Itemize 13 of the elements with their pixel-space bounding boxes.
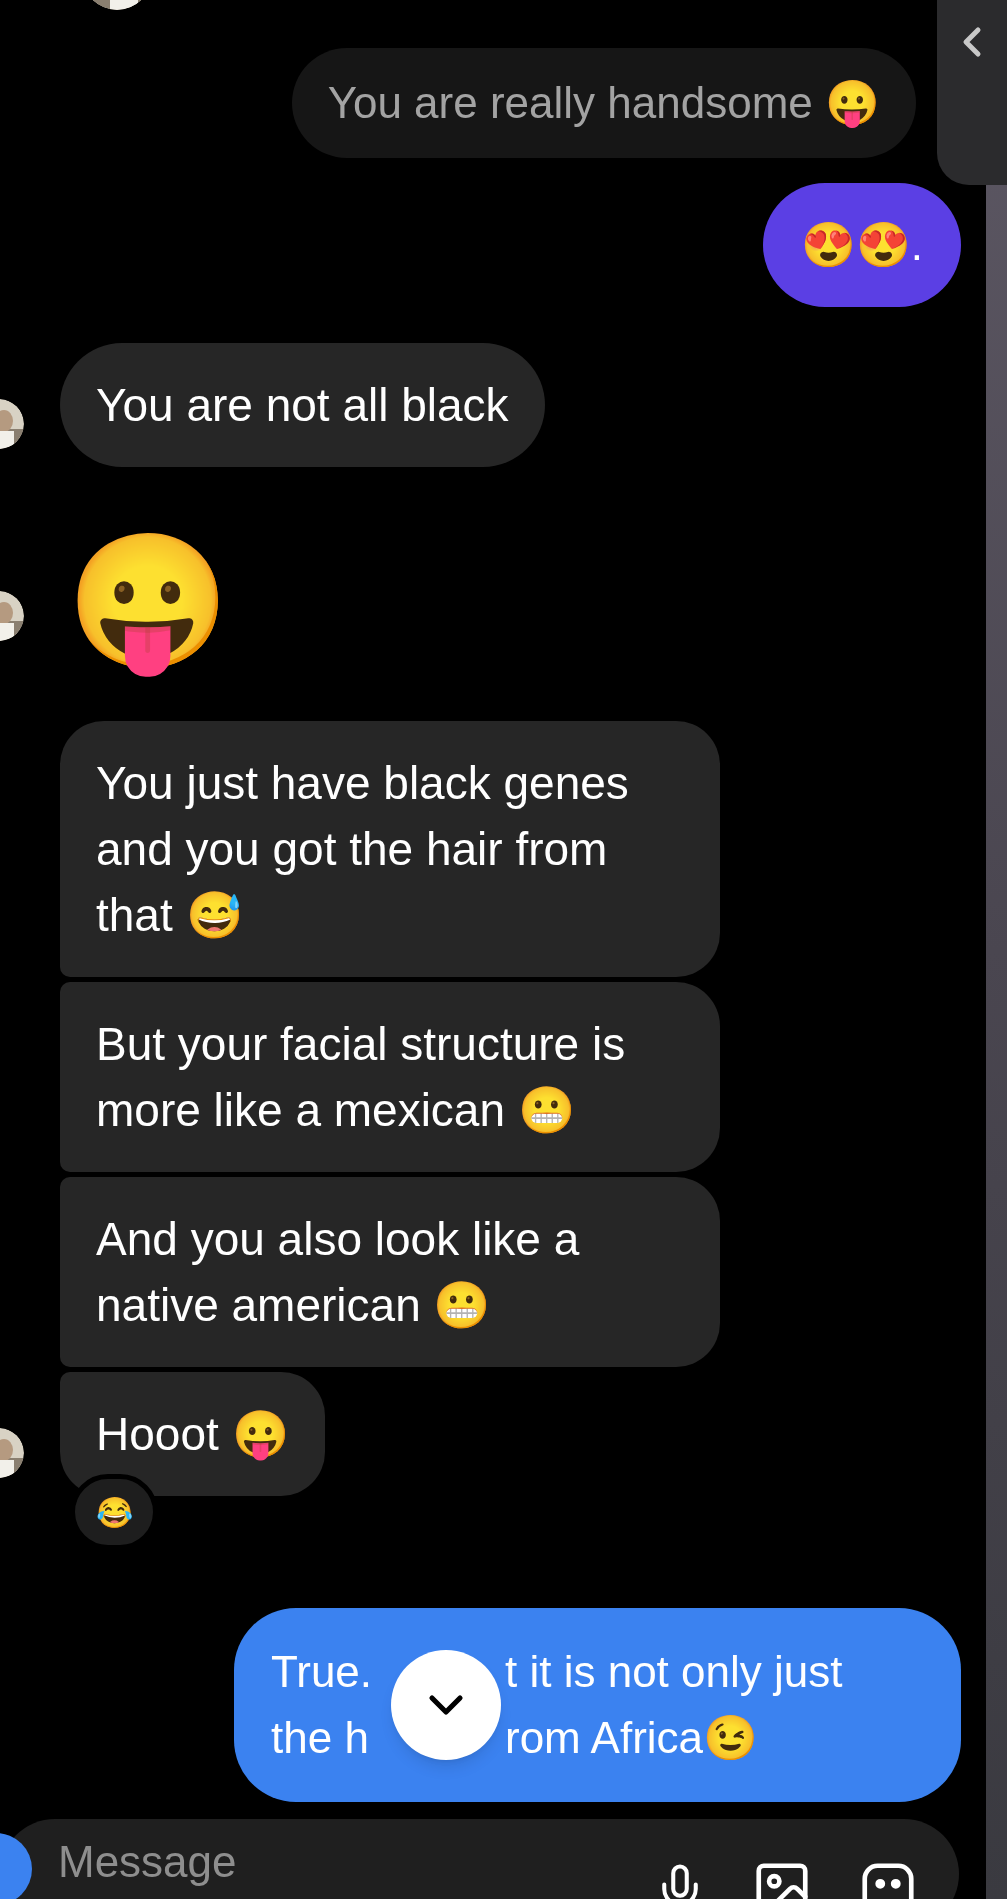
received-message: You just have black genes and you got the hair from that 😅: [60, 721, 720, 977]
received-message: And you also look like a native american 😬: [60, 1177, 720, 1367]
received-message: You are not all black: [60, 343, 545, 467]
message-text: the h: [271, 1712, 370, 1764]
received-message: Hooot 😛: [60, 1372, 325, 1496]
message-field[interactable]: Message: [58, 1835, 633, 1889]
emoji-message: 😛: [66, 527, 230, 679]
message-text: t it is not only just: [505, 1646, 843, 1698]
message-text: True.: [271, 1646, 374, 1698]
quoted-message: You are really handsome 😛: [291, 48, 916, 158]
sent-message: 😍😍.: [762, 183, 961, 307]
received-message: But your facial structure is more like a mexican 😬: [60, 982, 720, 1172]
message-text: rom Africa😉: [505, 1712, 759, 1764]
